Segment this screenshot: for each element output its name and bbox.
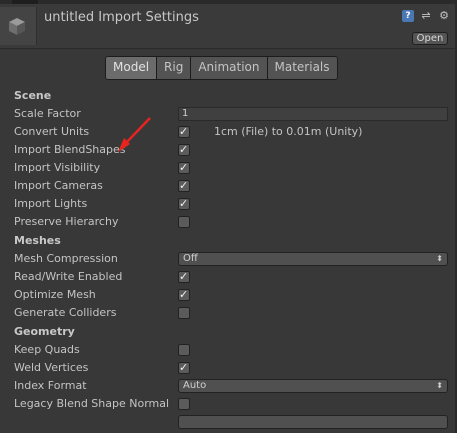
- tab-materials[interactable]: Materials: [267, 57, 337, 79]
- import-tabs: Model Rig Animation Materials: [105, 56, 338, 80]
- index-format-row: Index Format Auto ⬍: [0, 377, 457, 395]
- optimize-mesh-checkbox[interactable]: [178, 286, 190, 304]
- gear-icon[interactable]: ⚙: [438, 10, 450, 22]
- tab-rig[interactable]: Rig: [157, 57, 192, 79]
- read-write-label: Read/Write Enabled: [14, 270, 123, 283]
- scene-heading: Scene: [14, 89, 52, 102]
- import-lights-label: Import Lights: [14, 197, 88, 210]
- optimize-mesh-label: Optimize Mesh: [14, 288, 96, 301]
- dropdown-arrow-icon: ⬍: [436, 254, 443, 263]
- geometry-heading: Geometry: [14, 325, 75, 338]
- preserve-hierarchy-label: Preserve Hierarchy: [14, 215, 119, 228]
- help-icon[interactable]: ?: [402, 10, 414, 22]
- import-lights-row: Import Lights: [0, 195, 457, 213]
- convert-units-label: Convert Units: [14, 125, 90, 138]
- convert-units-note: 1cm (File) to 0.01m (Unity): [214, 125, 363, 138]
- convert-units-row: Convert Units 1cm (File) to 0.01m (Unity…: [0, 123, 457, 141]
- keep-quads-checkbox[interactable]: [178, 344, 190, 356]
- index-format-value: Auto: [183, 380, 207, 391]
- legacy-blend-row: Legacy Blend Shape Normal: [0, 395, 457, 413]
- import-cameras-label: Import Cameras: [14, 179, 103, 192]
- import-cameras-row: Import Cameras: [0, 177, 457, 195]
- import-lights-checkbox[interactable]: [178, 195, 190, 213]
- index-format-label: Index Format: [14, 379, 87, 392]
- keep-quads-row: Keep Quads: [0, 341, 457, 359]
- import-cameras-checkbox[interactable]: [178, 177, 190, 195]
- preset-icon[interactable]: ⇌: [420, 10, 432, 22]
- inspector-header: untitled Import Settings ? ⇌ ⚙ Open: [0, 4, 457, 49]
- preserve-hierarchy-row: Preserve Hierarchy: [0, 213, 457, 231]
- generate-colliders-label: Generate Colliders: [14, 306, 117, 319]
- import-visibility-row: Import Visibility: [0, 159, 457, 177]
- generate-colliders-checkbox[interactable]: [178, 307, 190, 319]
- legacy-blend-label: Legacy Blend Shape Normal: [14, 397, 170, 410]
- import-blendshapes-row: Import BlendShapes: [0, 141, 457, 159]
- scale-factor-input[interactable]: 1: [178, 107, 448, 121]
- mesh-compression-dropdown[interactable]: Off ⬍: [178, 252, 448, 266]
- next-row-dropdown[interactable]: [178, 415, 448, 429]
- meshes-heading: Meshes: [14, 234, 61, 247]
- scale-factor-label: Scale Factor: [14, 107, 81, 120]
- generate-colliders-row: Generate Colliders: [0, 304, 457, 322]
- preserve-hierarchy-checkbox[interactable]: [178, 216, 190, 228]
- weld-vertices-row: Weld Vertices: [0, 359, 457, 377]
- read-write-row: Read/Write Enabled: [0, 268, 457, 286]
- keep-quads-label: Keep Quads: [14, 343, 80, 356]
- index-format-dropdown[interactable]: Auto ⬍: [178, 379, 448, 393]
- import-blendshapes-label: Import BlendShapes: [14, 143, 126, 156]
- read-write-checkbox[interactable]: [178, 268, 190, 286]
- import-visibility-label: Import Visibility: [14, 161, 101, 174]
- weld-vertices-label: Weld Vertices: [14, 361, 89, 374]
- convert-units-checkbox[interactable]: [178, 123, 190, 141]
- inspector-title: untitled Import Settings: [44, 10, 199, 25]
- weld-vertices-checkbox[interactable]: [178, 359, 190, 377]
- mesh-compression-row: Mesh Compression Off ⬍: [0, 250, 457, 268]
- tab-model[interactable]: Model: [106, 57, 158, 79]
- optimize-mesh-row: Optimize Mesh: [0, 286, 457, 304]
- dropdown-arrow-icon: ⬍: [436, 381, 443, 390]
- model-asset-icon: [0, 7, 37, 45]
- import-visibility-checkbox[interactable]: [178, 159, 190, 177]
- mesh-compression-value: Off: [183, 253, 198, 264]
- open-button[interactable]: Open: [412, 32, 448, 45]
- mesh-compression-label: Mesh Compression: [14, 252, 118, 265]
- tab-animation[interactable]: Animation: [191, 57, 268, 79]
- scale-factor-row: Scale Factor 1: [0, 105, 457, 123]
- import-blendshapes-checkbox[interactable]: [178, 141, 190, 159]
- next-row-partial: [0, 413, 457, 431]
- legacy-blend-checkbox[interactable]: [178, 398, 190, 410]
